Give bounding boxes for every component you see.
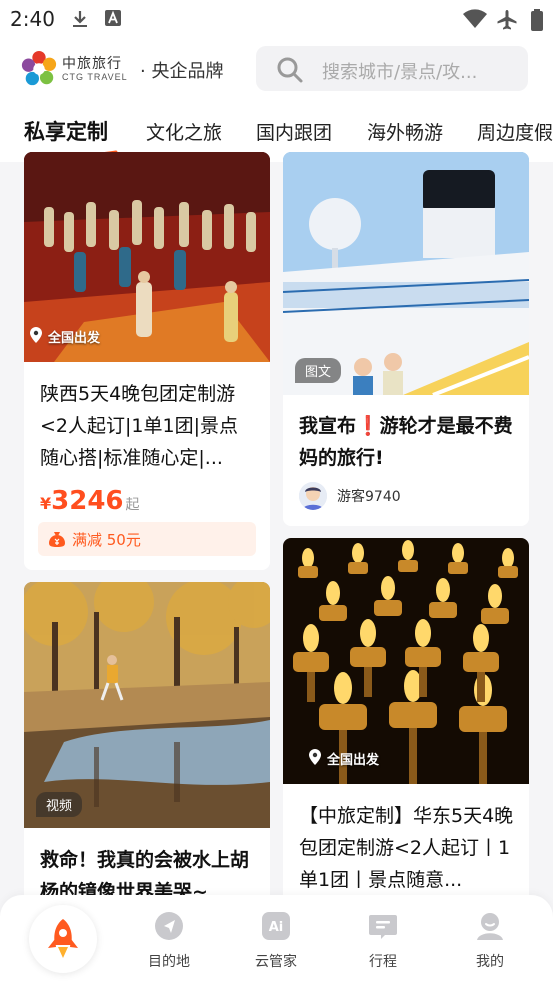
- product-title: 陕西5天4晚包团定制游<2人起订|1单1团|景点随心搭|标准随心定|...: [40, 383, 238, 469]
- location-pin-icon: [30, 327, 42, 343]
- nav-label: 云管家: [255, 954, 297, 970]
- author-name: 游客9740: [337, 489, 401, 505]
- post-image: 视频: [24, 582, 270, 828]
- airplane-icon: [497, 10, 517, 30]
- tab-private-custom[interactable]: 私享定制: [24, 116, 108, 146]
- price-suffix: 起: [125, 497, 140, 513]
- brand-name-en: CTG TRAVEL: [62, 72, 128, 82]
- search-icon: [277, 57, 303, 83]
- tab-nearby-vacation[interactable]: 周边度假: [477, 118, 553, 145]
- product-card-shaanxi[interactable]: 全国出发 陕西5天4晚包团定制游<2人起订|1单1团|景点随心搭|标准随心定|.…: [24, 152, 270, 570]
- nav-destination[interactable]: 目的地: [134, 911, 204, 971]
- product-image: 全国出发: [283, 538, 529, 784]
- user-avatar-icon: [299, 482, 327, 510]
- tab-culture-tour[interactable]: 文化之旅: [146, 118, 222, 145]
- product-image: 全国出发: [24, 152, 270, 362]
- departure-label: 全国出发: [309, 746, 389, 771]
- tab-domestic-group[interactable]: 国内跟团: [256, 118, 332, 145]
- tab-overseas[interactable]: 海外畅游: [367, 118, 443, 145]
- download-icon: [73, 11, 87, 27]
- itinerary-icon: [369, 915, 397, 939]
- font-icon: [105, 10, 121, 26]
- location-pin-icon: [309, 749, 321, 765]
- price-currency: ¥: [40, 494, 52, 513]
- search-bar[interactable]: 搜索城市/景点/攻...: [256, 46, 528, 91]
- nav-label: 我的: [476, 954, 504, 970]
- ai-assistant-icon: Ai: [262, 912, 290, 940]
- product-price: ¥3246 起: [40, 486, 140, 516]
- post-image: 图文: [283, 152, 529, 395]
- brand-slogan: · 央企品牌: [140, 61, 224, 82]
- profile-icon: [477, 913, 503, 940]
- product-card-huadong[interactable]: 全国出发 【中旅定制】华东5天4晚包团定制游<2人起订丨1单1团丨景点随意...: [283, 538, 529, 912]
- brand-name: 中旅旅行: [62, 56, 122, 72]
- battery-icon: [531, 9, 543, 31]
- search-placeholder: 搜索城市/景点/攻...: [322, 62, 478, 83]
- product-title: 【中旅定制】华东5天4晚包团定制游<2人起订丨1单1团丨景点随意...: [299, 805, 514, 891]
- nav-ai-assistant[interactable]: Ai 云管家: [241, 911, 311, 971]
- svg-text:Ai: Ai: [269, 920, 284, 935]
- home-rocket-button[interactable]: [29, 905, 97, 973]
- post-card-cruise[interactable]: 图文 我宣布❗游轮才是最不费妈的旅行! 游客9740: [283, 152, 529, 526]
- promo-badge: 满减 50元: [38, 522, 256, 556]
- nav-profile[interactable]: 我的: [455, 911, 525, 971]
- promo-text: 满减 50元: [72, 531, 141, 549]
- post-type-tag: 图文: [295, 358, 342, 383]
- bottom-nav: 目的地 Ai 云管家 行程 我的: [0, 895, 553, 984]
- price-value: 3246: [51, 486, 124, 516]
- nav-itinerary[interactable]: 行程: [348, 911, 418, 971]
- nav-label: 行程: [369, 954, 397, 970]
- money-bag-icon: [49, 532, 65, 547]
- navigation-icon: [155, 912, 183, 940]
- rocket-icon: [48, 919, 78, 958]
- ctg-logo-icon: [21, 50, 57, 86]
- status-time: 2:40: [10, 7, 55, 31]
- avatar: [299, 482, 327, 510]
- post-title: 我宣布❗游轮才是最不费妈的旅行!: [299, 415, 513, 469]
- status-bar: 2:40: [0, 0, 553, 38]
- departure-text: 全国出发: [327, 753, 380, 768]
- wifi-icon: [463, 9, 487, 28]
- nav-label: 目的地: [148, 954, 190, 970]
- header: 中旅旅行 CTG TRAVEL · 央企品牌 搜索城市/景点/攻...: [0, 38, 553, 104]
- departure-label: 全国出发: [30, 324, 110, 349]
- post-card-poplar[interactable]: 视频 救命！我真的会被水上胡杨的镜像世界美哭~: [24, 582, 270, 912]
- post-type-tag: 视频: [36, 792, 83, 817]
- departure-text: 全国出发: [48, 331, 101, 346]
